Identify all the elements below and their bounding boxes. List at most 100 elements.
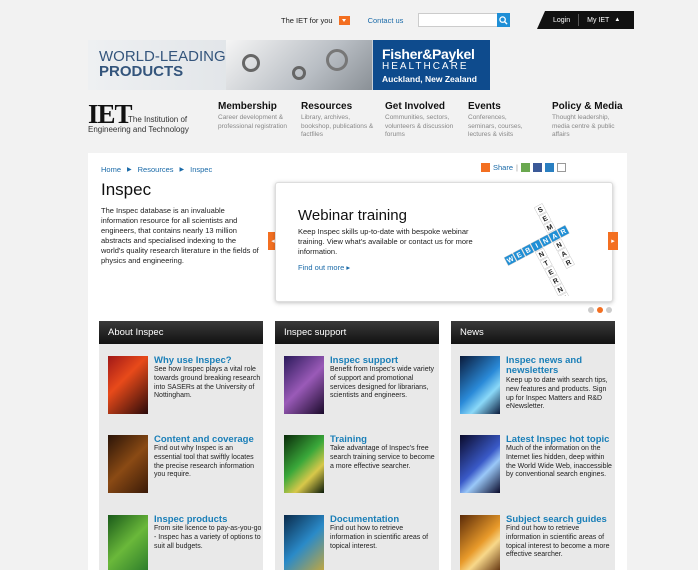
column-header: News <box>451 321 615 344</box>
search-icon <box>499 15 508 25</box>
item-thumbnail[interactable] <box>108 515 148 570</box>
news-column: News Inspec news and newsletters Keep up… <box>451 321 615 570</box>
delicious-icon[interactable] <box>520 163 530 172</box>
part-disc <box>326 49 348 71</box>
feature-slider: Webinar training Keep Inspec skills up-t… <box>275 182 613 302</box>
banner-brand: Fisher&Paykel <box>382 46 475 62</box>
item-desc: Benefit from Inspec's wide variety of su… <box>330 366 435 400</box>
list-item: Inspec products From site licence to pay… <box>108 515 261 570</box>
iet-logo[interactable]: IET The Institution of Engineering and T… <box>88 100 208 135</box>
nav-title: Get Involved <box>385 101 446 112</box>
item-desc: Keep up to date with search tips, new fe… <box>506 377 608 411</box>
item-title[interactable]: Inspec support <box>330 356 398 366</box>
share-link[interactable]: Share <box>493 163 513 172</box>
item-title[interactable]: Inspec news and newsletters <box>506 356 610 376</box>
crossword-image: WEBINARNTERNETSEMNAR <box>503 203 575 296</box>
account-bar: Login My IET ▲ <box>537 11 634 29</box>
slider-dot[interactable] <box>588 307 594 313</box>
breadcrumb: Home ▶ Resources ▶ Inspec <box>101 165 212 174</box>
my-iet-link[interactable]: My IET <box>587 17 609 24</box>
nav-events[interactable]: Events Conferences, seminars, courses, l… <box>468 101 536 146</box>
nav-resources[interactable]: Resources Library, archives, bookshop, p… <box>301 101 376 146</box>
share-plus-icon[interactable] <box>481 163 490 172</box>
banner-headline: WORLD-LEADING PRODUCTS <box>99 49 226 79</box>
breadcrumb-home[interactable]: Home <box>101 165 121 174</box>
chevron-up-icon[interactable]: ▲ <box>614 17 620 23</box>
list-item: Inspec news and newsletters Keep up to d… <box>460 356 610 418</box>
item-thumbnail[interactable] <box>284 435 324 493</box>
list-item: Content and coverage Find out why Inspec… <box>108 435 258 497</box>
slider-dot-active[interactable] <box>597 307 603 313</box>
list-item: Documentation Find out how to retrieve i… <box>284 515 434 570</box>
breadcrumb-arrow-icon: ▶ <box>127 167 132 173</box>
breadcrumb-arrow-icon: ▶ <box>179 167 185 173</box>
slider-title: Webinar training <box>298 207 407 224</box>
email-icon[interactable] <box>556 163 566 172</box>
divider: | <box>516 163 518 172</box>
list-item: Subject search guides Find out how to re… <box>460 515 610 570</box>
slider-find-out-more-link[interactable]: Find out more ▸ <box>298 263 350 272</box>
twitter-icon[interactable] <box>544 163 554 172</box>
iet-for-you-link[interactable]: The IET for you <box>281 16 333 25</box>
item-desc: Find out how to retrieve information in … <box>330 525 429 550</box>
top-utility-bar: The IET for you Contact us Login My IET … <box>275 11 634 29</box>
slider-next-button[interactable]: ▸ <box>608 232 618 250</box>
item-thumbnail[interactable] <box>460 435 500 493</box>
item-desc: Find out how to retrieve information in … <box>506 525 610 559</box>
item-title[interactable]: Subject search guides <box>506 515 607 525</box>
item-desc: See how Inspec plays a vital role toward… <box>154 366 261 400</box>
banner-brand-block: Fisher&Paykel HEALTHCARE Auckland, New Z… <box>373 40 490 90</box>
about-inspec-column: About Inspec Why use Inspec? See how Ins… <box>99 321 263 570</box>
item-thumbnail[interactable] <box>108 356 148 414</box>
nav-title: Resources <box>301 101 353 112</box>
nav-policy-media[interactable]: Policy & Media Thought leadership, media… <box>552 101 627 146</box>
item-desc: Take advantage of Inspec's free search t… <box>330 445 435 470</box>
list-item: Training Take advantage of Inspec's free… <box>284 435 435 497</box>
nav-desc: Library, archives, bookshop, publication… <box>301 114 374 138</box>
nav-desc: Conferences, seminars, courses, lectures… <box>468 114 523 138</box>
contact-us-link[interactable]: Contact us <box>368 16 404 25</box>
nav-title: Policy & Media <box>552 101 623 112</box>
item-thumbnail[interactable] <box>108 435 148 493</box>
item-title[interactable]: Training <box>330 435 367 445</box>
page-intro: The Inspec database is an invaluable inf… <box>101 206 259 265</box>
inspec-support-column: Inspec support Inspec support Benefit fr… <box>275 321 439 570</box>
nav-get-involved[interactable]: Get Involved Communities, sectors, volun… <box>385 101 457 146</box>
main-content: Home ▶ Resources ▶ Inspec Share | Inspec… <box>88 153 627 570</box>
breadcrumb-inspec[interactable]: Inspec <box>190 165 212 174</box>
slider-text: Keep Inspec skills up-to-date with bespo… <box>298 227 473 256</box>
item-title[interactable]: Documentation <box>330 515 399 525</box>
logo-line-1: The Institution of <box>128 115 188 124</box>
item-thumbnail[interactable] <box>460 515 500 570</box>
banner-product-image <box>226 40 372 90</box>
part-disc <box>292 66 306 80</box>
nav-title: Membership <box>218 101 277 112</box>
item-title[interactable]: Latest Inspec hot topic <box>506 435 609 445</box>
item-title[interactable]: Inspec products <box>154 515 227 525</box>
page-title: Inspec <box>101 180 152 199</box>
facebook-icon[interactable] <box>532 163 542 172</box>
part-disc <box>242 54 260 72</box>
item-title[interactable]: Why use Inspec? <box>154 356 232 366</box>
iet-for-you-dropdown-icon[interactable] <box>338 15 350 25</box>
login-link[interactable]: Login <box>553 17 570 24</box>
logo-line-2: Engineering and Technology <box>88 125 189 134</box>
list-item: Inspec support Benefit from Inspec's wid… <box>284 356 434 418</box>
search-button[interactable] <box>497 13 510 27</box>
item-title[interactable]: Content and coverage <box>154 435 254 445</box>
advert-banner[interactable]: WORLD-LEADING PRODUCTS Fisher&Paykel HEA… <box>88 40 490 90</box>
column-header: Inspec support <box>275 321 439 344</box>
banner-brand-sub: HEALTHCARE <box>382 61 469 72</box>
banner-location: Auckland, New Zealand <box>382 74 477 84</box>
item-thumbnail[interactable] <box>460 356 500 414</box>
item-thumbnail[interactable] <box>284 515 324 570</box>
list-item: Latest Inspec hot topic Much of the info… <box>460 435 612 497</box>
slider-dot[interactable] <box>606 307 612 313</box>
list-item: Why use Inspec? See how Inspec plays a v… <box>108 356 260 418</box>
nav-title: Events <box>468 101 501 112</box>
nav-desc: Thought leadership, media centre & publi… <box>552 114 615 138</box>
nav-membership[interactable]: Membership Career development & professi… <box>218 101 293 146</box>
item-thumbnail[interactable] <box>284 356 324 414</box>
search-input[interactable] <box>418 13 504 27</box>
breadcrumb-resources[interactable]: Resources <box>138 165 174 174</box>
